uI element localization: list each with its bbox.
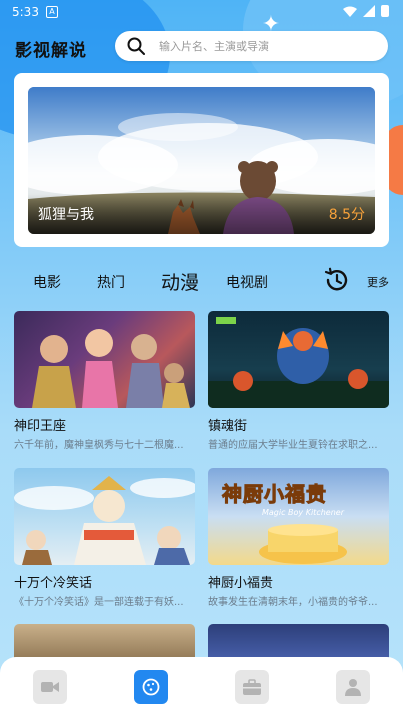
card-thumbnail[interactable]: [14, 311, 195, 408]
tab-tv[interactable]: 电视剧: [226, 272, 268, 292]
card-title: 神印王座: [14, 419, 67, 434]
card-thumbnail[interactable]: 神厨小福贵 Magic Boy Kitchener: [208, 468, 389, 565]
card-art: [208, 317, 389, 408]
signal-icon: [363, 5, 375, 17]
battery-icon: [381, 5, 389, 17]
card-description: 《十万个冷笑话》是一部连载于有妖...: [14, 597, 184, 608]
card-description: 六千年前，魔神皇枫秀与七十二根魔...: [14, 440, 184, 451]
category-tabs: 电影 热门 动漫 电视剧 更多: [0, 266, 403, 296]
card-art: [14, 476, 195, 565]
card-thumbnail[interactable]: [14, 468, 195, 565]
banner-card[interactable]: 狐狸与我 8.5分: [14, 73, 389, 247]
card-art: [32, 329, 190, 408]
search-icon[interactable]: [127, 37, 145, 55]
poster-subtitle: Magic Boy Kitchener: [262, 508, 344, 517]
nav-anime[interactable]: [134, 670, 168, 704]
search-input[interactable]: [159, 37, 374, 55]
more-link[interactable]: 更多: [367, 274, 389, 290]
content-card[interactable]: 镇魂街 普通的应届大学毕业生夏铃在求职之...: [208, 311, 389, 451]
poster-title: 神厨小福贵: [222, 482, 327, 507]
app-title: 影视解说: [15, 41, 87, 61]
nav-profile[interactable]: [336, 670, 370, 704]
card-description: 普通的应届大学毕业生夏铃在求职之...: [208, 440, 378, 451]
user-icon: [345, 679, 361, 696]
card-thumbnail[interactable]: [208, 311, 389, 408]
video-camera-icon: [41, 682, 59, 692]
notification-icon: A: [46, 6, 58, 18]
nav-briefcase[interactable]: [235, 670, 269, 704]
nav-video[interactable]: [33, 670, 67, 704]
card-title: 镇魂街: [208, 419, 248, 434]
tab-hot[interactable]: 热门: [97, 272, 125, 292]
tab-movies[interactable]: 电影: [33, 272, 61, 292]
cookie-icon: [142, 678, 160, 696]
content-card[interactable]: 十万个冷笑话 《十万个冷笑话》是一部连载于有妖...: [14, 468, 195, 608]
bottom-navigation: [0, 657, 403, 718]
status-bar: 5:33 A: [0, 0, 403, 24]
search-bar[interactable]: [115, 31, 388, 61]
content-card[interactable]: 神印王座 六千年前，魔神皇枫秀与七十二根魔...: [14, 311, 195, 451]
banner-score: 8.5分: [328, 207, 365, 223]
status-icons: [343, 5, 389, 17]
wifi-icon: [343, 6, 357, 17]
tab-anime[interactable]: 动漫: [161, 268, 199, 295]
card-title: 十万个冷笑话: [14, 576, 93, 591]
content-card[interactable]: 神厨小福贵 Magic Boy Kitchener 神厨小福贵 故事发生在清朝末…: [208, 468, 389, 608]
banner-title: 狐狸与我: [38, 207, 94, 223]
banner-image[interactable]: 狐狸与我 8.5分: [28, 87, 375, 234]
card-title: 神厨小福贵: [208, 576, 274, 591]
briefcase-icon: [243, 679, 261, 695]
history-icon[interactable]: [323, 266, 351, 294]
card-description: 故事发生在清朝末年，小福贵的爷爷...: [208, 597, 378, 608]
status-time: 5:33: [12, 5, 39, 19]
